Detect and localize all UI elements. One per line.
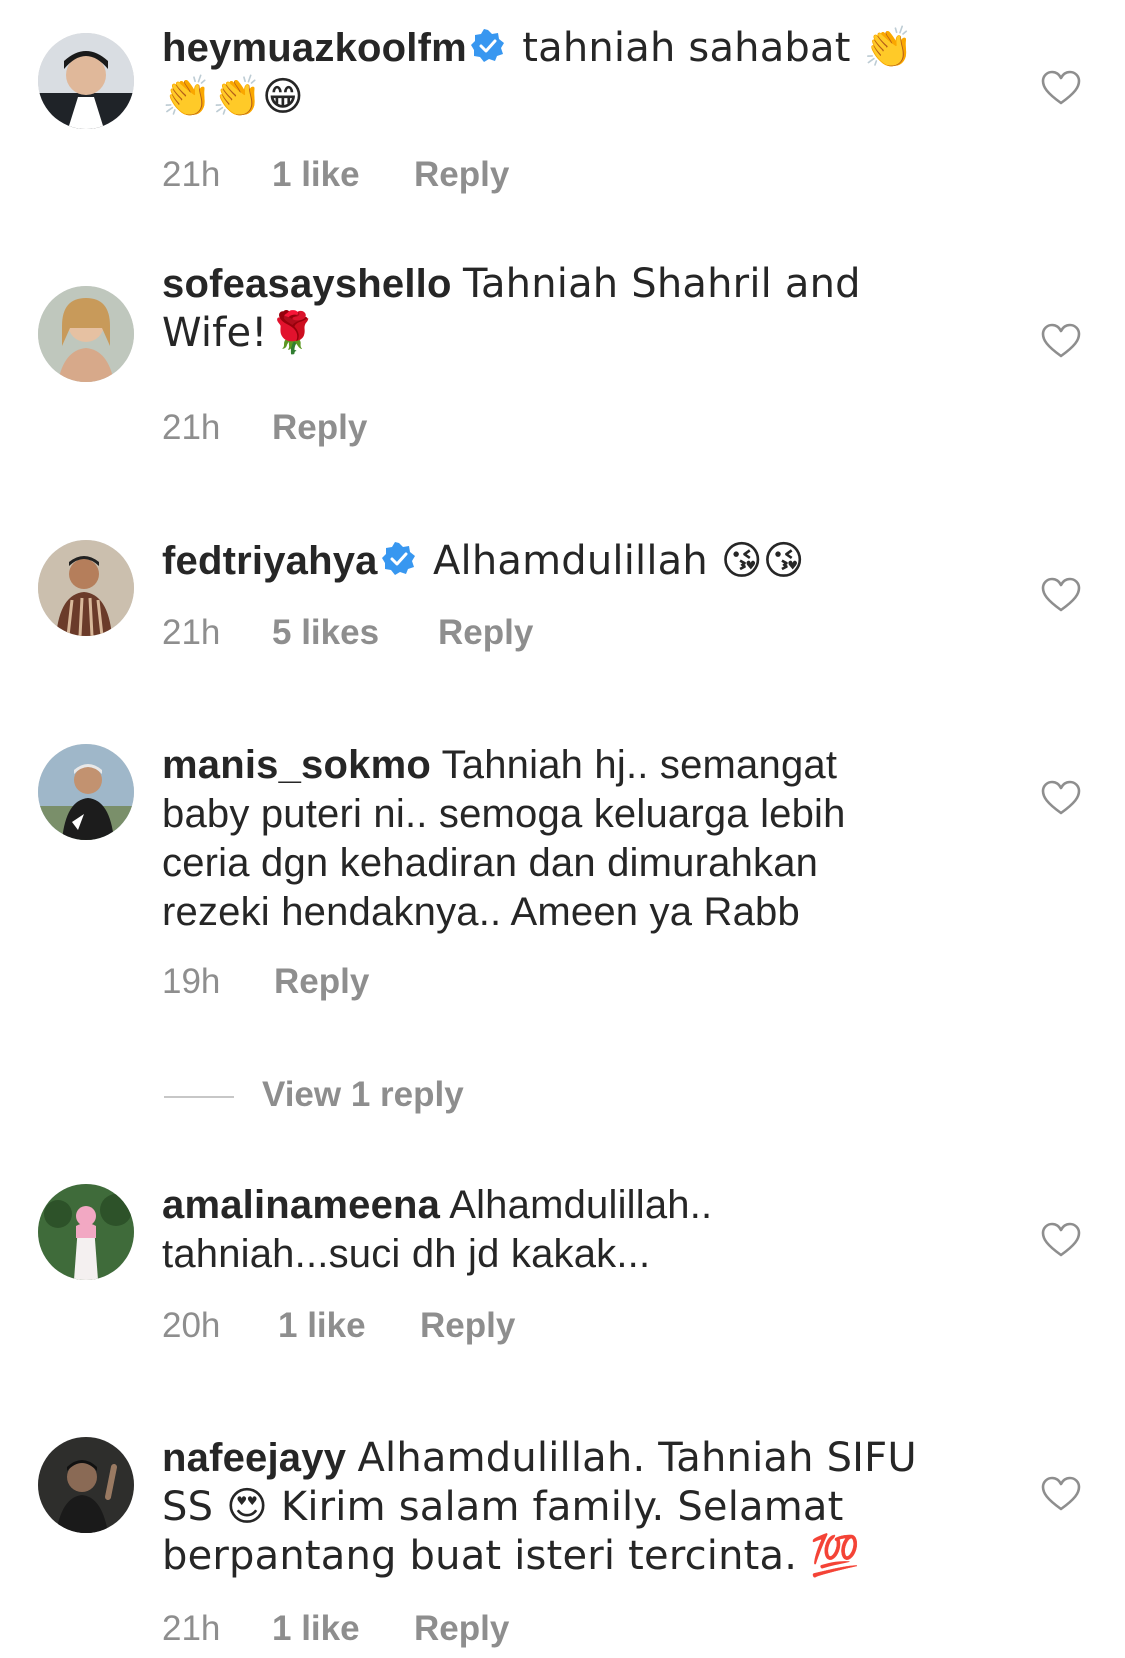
- comment-username[interactable]: heymuazkoolfm: [162, 26, 467, 70]
- comment-username[interactable]: manis_sokmo: [162, 743, 431, 787]
- avatar[interactable]: [38, 540, 134, 636]
- heart-outline-icon[interactable]: [1041, 1476, 1081, 1512]
- heart-outline-icon[interactable]: [1041, 70, 1081, 106]
- comment-username[interactable]: nafeejayy: [162, 1436, 346, 1480]
- reply-button[interactable]: Reply: [414, 155, 509, 195]
- view-replies-label[interactable]: View 1 reply: [262, 1075, 464, 1115]
- verified-badge-icon: [470, 29, 505, 63]
- comment-text: nafeejayy Alhamdulillah. Tahniah SIFU SS…: [162, 1434, 922, 1581]
- reply-button[interactable]: Reply: [272, 408, 367, 448]
- comment-username[interactable]: fedtriyahya: [162, 539, 378, 583]
- comment-timestamp: 20h: [162, 1306, 221, 1345]
- comment-timestamp: 19h: [162, 962, 221, 1001]
- comment-likes[interactable]: 1 like: [272, 1609, 360, 1649]
- comment-text: amalinameena Alhamdulillah.. tahniah...s…: [162, 1181, 922, 1279]
- view-replies-divider: [164, 1096, 234, 1098]
- reply-button[interactable]: Reply: [420, 1306, 515, 1346]
- comment-text: sofeasayshello Tahniah Shahril and Wife!…: [162, 260, 922, 358]
- heart-outline-icon[interactable]: [1041, 577, 1081, 613]
- comment-text: manis_sokmo Tahniah hj.. semangat baby p…: [162, 741, 922, 937]
- comment-timestamp: 21h: [162, 1609, 221, 1648]
- verified-badge-icon: [381, 542, 416, 576]
- comment-username[interactable]: amalinameena: [162, 1183, 440, 1227]
- comment-timestamp: 21h: [162, 613, 221, 652]
- comment-timestamp: 21h: [162, 155, 221, 194]
- comment-likes[interactable]: 1 like: [272, 155, 360, 195]
- comment-body: Alhamdulillah 😘😘: [432, 538, 805, 584]
- reply-button[interactable]: Reply: [274, 962, 369, 1002]
- heart-outline-icon[interactable]: [1041, 1222, 1081, 1258]
- comment-text: fedtriyahya Alhamdulillah 😘😘: [162, 537, 922, 586]
- avatar[interactable]: [38, 1184, 134, 1280]
- comment-text: heymuazkoolfm tahniah sahabat 👏👏👏😁: [162, 24, 922, 122]
- comment-timestamp: 21h: [162, 408, 221, 447]
- avatar[interactable]: [38, 33, 134, 129]
- comment-likes[interactable]: 1 like: [278, 1306, 366, 1346]
- avatar[interactable]: [38, 1437, 134, 1533]
- reply-button[interactable]: Reply: [414, 1609, 509, 1649]
- comment-likes[interactable]: 5 likes: [272, 613, 379, 653]
- avatar[interactable]: [38, 744, 134, 840]
- heart-outline-icon[interactable]: [1041, 780, 1081, 816]
- reply-button[interactable]: Reply: [438, 613, 533, 653]
- avatar[interactable]: [38, 286, 134, 382]
- heart-outline-icon[interactable]: [1041, 323, 1081, 359]
- comment-username[interactable]: sofeasayshello: [162, 262, 452, 306]
